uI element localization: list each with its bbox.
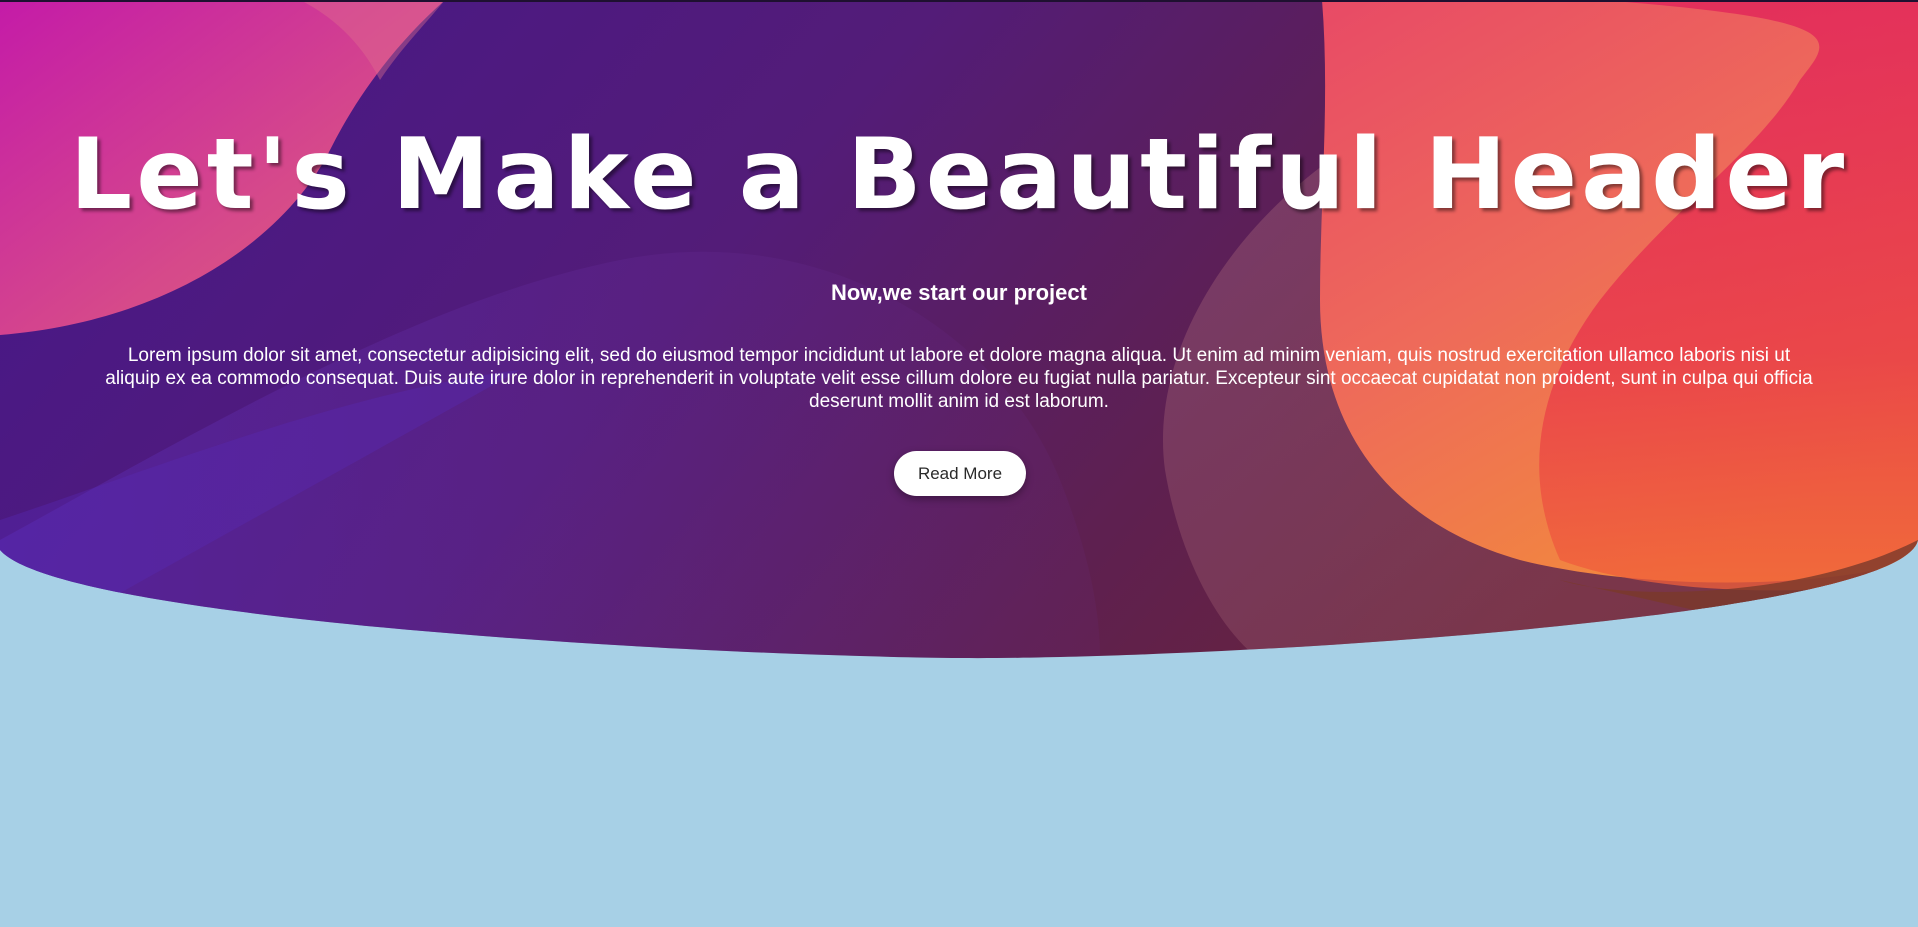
hero-description: Lorem ipsum dolor sit amet, consectetur …: [105, 345, 1813, 412]
read-more-button[interactable]: Read More: [894, 451, 1026, 496]
hero-content: Let's Make a Beautiful Header Now,we sta…: [0, 0, 1918, 660]
hero-title: Let's Make a Beautiful Header: [69, 118, 1849, 232]
hero-subtitle: Now,we start our project: [831, 280, 1087, 305]
top-border: [0, 0, 1918, 2]
hero-header: Let's Make a Beautiful Header Now,we sta…: [0, 0, 1918, 660]
